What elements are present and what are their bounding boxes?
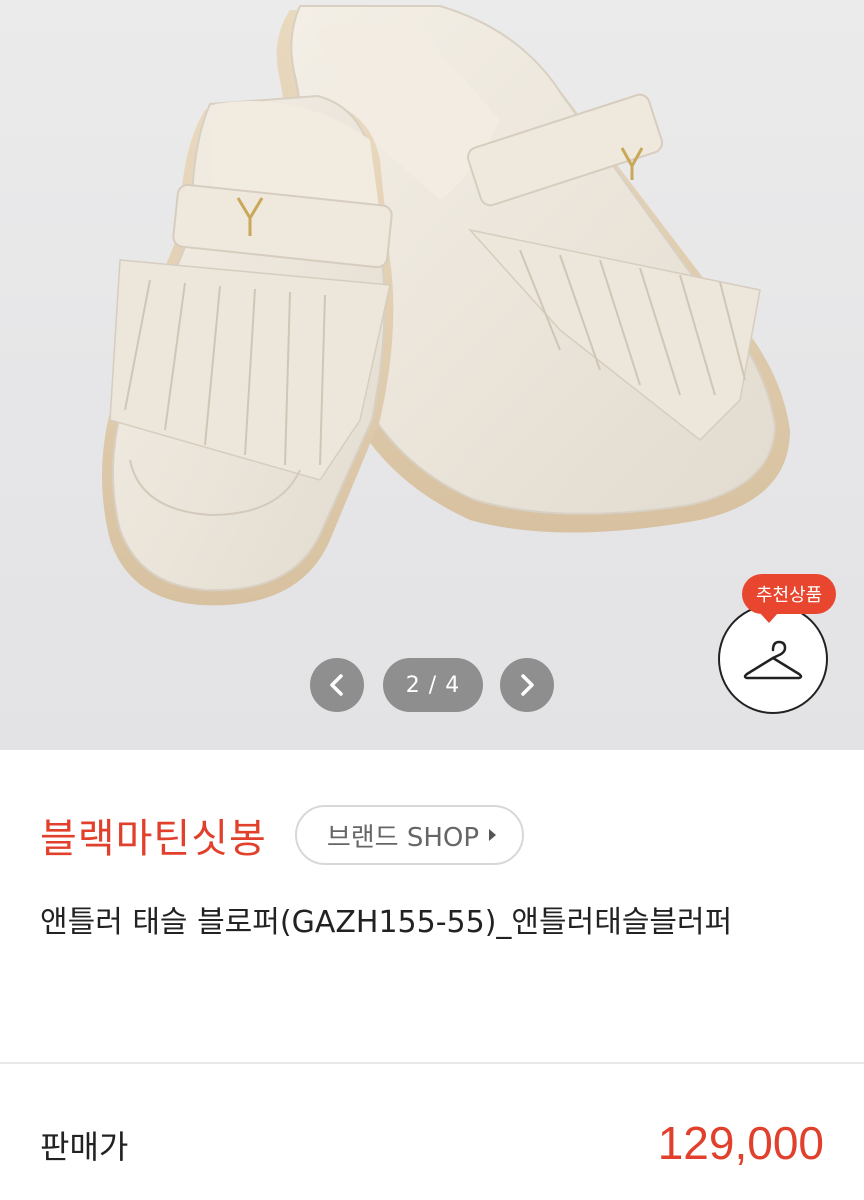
recommend-tag[interactable]: 추천상품 [742,574,837,623]
prev-image-button[interactable] [310,658,364,712]
product-title: 앤틀러 태슬 블로퍼(GAZH155-55)_앤틀러태슬블러퍼 [40,905,733,940]
product-image-gallery[interactable]: 2 / 4 추천상품 [0,0,864,750]
chevron-left-icon [330,674,343,696]
brand-shop-button[interactable]: 브랜드 SHOP [294,805,525,865]
hanger-icon [743,640,803,680]
brand-name[interactable]: 블랙마틴싯봉 [40,806,267,864]
price-value: 129,000 [657,1117,824,1169]
caret-right-icon [489,829,497,841]
next-image-button[interactable] [500,658,554,712]
brand-row: 블랙마틴싯봉 브랜드 SHOP [40,800,525,870]
brand-shop-label: 브랜드 SHOP [326,822,480,853]
price-label: 판매가 [40,1128,129,1166]
image-counter: 2 / 4 [383,658,483,712]
chevron-right-icon [521,674,534,696]
divider [0,1062,864,1064]
